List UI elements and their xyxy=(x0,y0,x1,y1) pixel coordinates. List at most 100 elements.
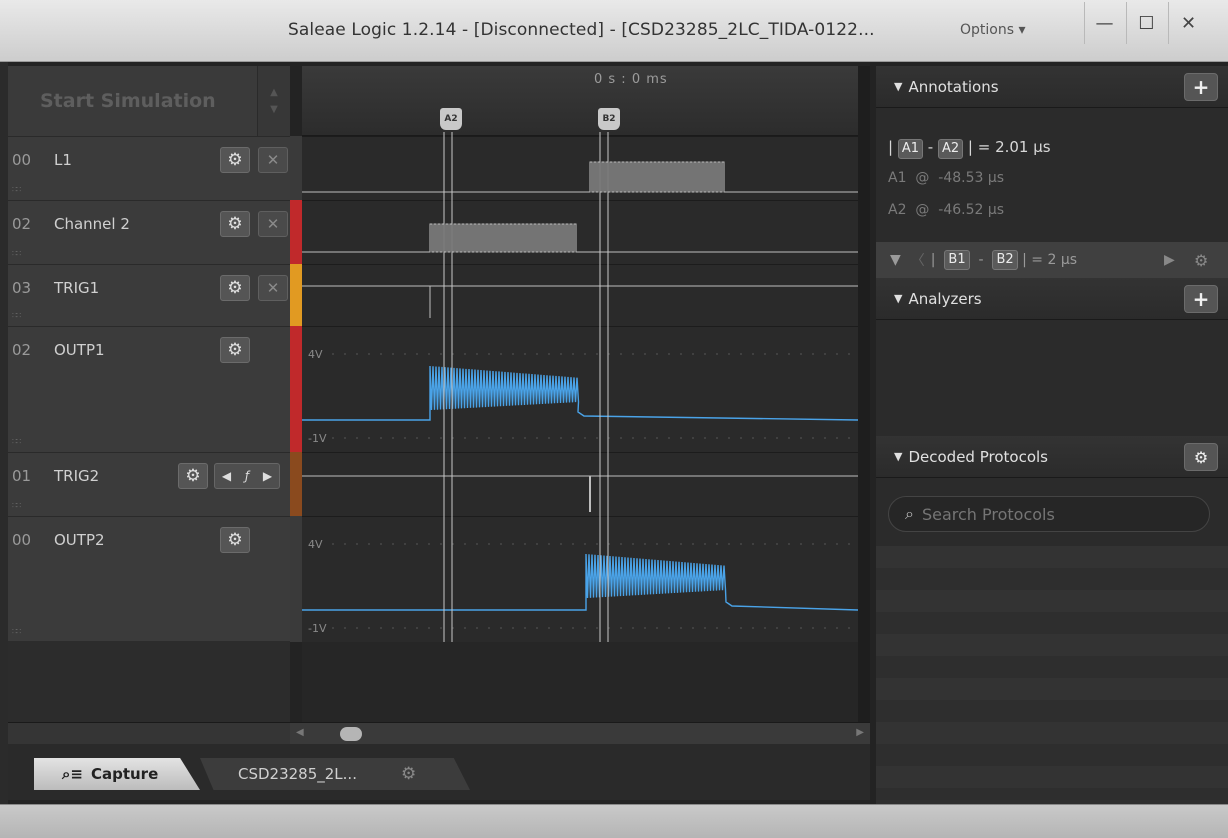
channel-row-l1[interactable]: 00 L1 ∷∷ ⚙ ✕ xyxy=(8,136,290,200)
channel-name[interactable]: Channel 2 xyxy=(54,215,130,233)
channel-name[interactable]: TRIG2 xyxy=(54,467,99,485)
annotations-header[interactable]: ▼ Annotations + xyxy=(876,66,1228,108)
channel-row-outp2[interactable]: 00 OUTP2 ∷∷ ⚙ xyxy=(8,516,290,642)
channel-index: 02 xyxy=(12,215,32,233)
list-stripe xyxy=(876,700,1228,722)
gear-icon[interactable]: ⚙ xyxy=(401,764,416,784)
add-analyzer-button[interactable]: + xyxy=(1184,285,1218,313)
chevron-left-icon[interactable]: ◀ xyxy=(222,469,231,483)
chevron-right-icon[interactable]: ▶ xyxy=(263,469,272,483)
list-stripe xyxy=(876,722,1228,744)
vertical-scrollbar[interactable] xyxy=(858,66,870,722)
gear-icon[interactable]: ⚙ xyxy=(220,337,250,363)
play-icon[interactable]: ▶ xyxy=(1164,252,1175,268)
marker-label: A2 xyxy=(888,202,907,218)
list-stripe xyxy=(876,678,1228,700)
marker-chip-a2: A2 xyxy=(937,139,964,159)
list-stripe xyxy=(876,634,1228,656)
decoded-protocols-header[interactable]: ▼ Decoded Protocols ⚙ xyxy=(876,436,1228,478)
gear-icon[interactable]: ⚙ xyxy=(220,211,250,237)
at-symbol: @ xyxy=(915,170,930,186)
drag-grip-icon[interactable]: ∷∷ xyxy=(12,311,21,320)
search-protocols-box[interactable]: ⌕ xyxy=(888,496,1210,532)
close-button[interactable]: ✕ xyxy=(1168,2,1208,44)
analog-trace-outp2 xyxy=(302,553,858,611)
channel-name[interactable]: L1 xyxy=(54,151,72,169)
gear-icon[interactable]: ⚙ xyxy=(220,527,250,553)
rising-edge-icon: ƒ xyxy=(244,469,250,483)
channel-color-bar xyxy=(290,200,302,264)
close-icon[interactable]: ✕ xyxy=(258,147,288,173)
drag-grip-icon[interactable]: ∷∷ xyxy=(12,249,21,258)
decoded-protocols-list[interactable] xyxy=(876,546,1228,810)
digital-traces xyxy=(302,161,858,629)
section-title: Annotations xyxy=(908,77,999,96)
channel-row-trig2[interactable]: 01 TRIG2 ∷∷ ⚙ ◀ ƒ ▶ xyxy=(8,452,290,516)
annotation-b-diff[interactable]: ▼ 〈 | B1 - B2 | = 2 µs ▶ ⚙ xyxy=(876,242,1228,278)
options-menu[interactable]: Options ▾ xyxy=(960,22,1026,38)
channel-index: 01 xyxy=(12,467,32,485)
section-title: Decoded Protocols xyxy=(908,447,1048,466)
collapse-triangle-icon[interactable]: ▼ xyxy=(894,450,902,463)
channel-index: 00 xyxy=(12,531,32,549)
gear-icon[interactable]: ⚙ xyxy=(220,275,250,301)
channel-color-bar xyxy=(290,264,302,326)
tab-label: CSD23285_2L... xyxy=(238,765,357,783)
channel-row-trig1[interactable]: 03 TRIG1 ∷∷ ⚙ ✕ xyxy=(8,264,290,326)
tab-capture[interactable]: ⌕≡ Capture xyxy=(34,758,200,790)
title-bar: Saleae Logic 1.2.14 - [Disconnected] - [… xyxy=(0,0,1228,62)
chevron-right-icon[interactable]: ▶ xyxy=(856,727,864,738)
pin-icon[interactable]: ▼ xyxy=(890,252,901,268)
collapse-triangle-icon[interactable]: ▼ xyxy=(894,292,902,305)
channel-row-outp1[interactable]: 02 OUTP1 ∷∷ ⚙ xyxy=(8,326,290,452)
scale-top-label: 4V xyxy=(308,538,323,551)
close-icon[interactable]: ✕ xyxy=(258,211,288,237)
chevron-left-icon[interactable]: ◀ xyxy=(296,727,304,738)
trigger-edge-selector[interactable]: ◀ ƒ ▶ xyxy=(214,463,280,489)
gear-icon[interactable]: ⚙ xyxy=(178,463,208,489)
waveform-view[interactable]: 0 s : 0 ms A2 B2 4V -1V 4V -1V xyxy=(302,66,858,722)
scroll-thumb[interactable] xyxy=(340,727,362,741)
collapse-triangle-icon[interactable]: ▼ xyxy=(894,80,902,93)
minimize-button[interactable]: — xyxy=(1084,2,1124,44)
channel-name[interactable]: OUTP1 xyxy=(54,341,105,359)
search-icon: ⌕≡ xyxy=(62,765,83,783)
scale-top-label: 4V xyxy=(308,348,323,361)
annotation-a1-position: A1 @ -48.53 µs xyxy=(888,170,1004,186)
marker-label: A1 xyxy=(888,170,907,186)
drag-grip-icon[interactable]: ∷∷ xyxy=(12,627,21,636)
side-panel: ▼ Annotations + | A1 - A2 | = 2.01 µs A1… xyxy=(876,66,1228,810)
marker-chip-b2: B2 xyxy=(992,250,1018,270)
channel-panel-footer xyxy=(8,722,290,744)
digital-trace-l1 xyxy=(302,161,858,193)
horizontal-scrollbar[interactable]: ◀ ▶ xyxy=(290,722,870,744)
channel-name[interactable]: OUTP2 xyxy=(54,531,105,549)
chevron-down-icon[interactable]: ▼ xyxy=(270,104,278,115)
maximize-button[interactable]: ☐ xyxy=(1126,2,1166,44)
channel-name[interactable]: TRIG1 xyxy=(54,279,99,297)
drag-grip-icon[interactable]: ∷∷ xyxy=(12,501,21,510)
search-input[interactable] xyxy=(921,504,1172,524)
analyzers-header[interactable]: ▼ Analyzers + xyxy=(876,278,1228,320)
simulation-spinner[interactable]: ▲ ▼ xyxy=(258,66,290,136)
marker-time: -48.53 µs xyxy=(938,170,1005,186)
status-bar xyxy=(0,804,1228,838)
chevron-up-icon[interactable]: ▲ xyxy=(270,87,278,98)
annotation-a-diff[interactable]: | A1 - A2 | = 2.01 µs xyxy=(888,138,1051,159)
window-title: Saleae Logic 1.2.14 - [Disconnected] - [… xyxy=(288,20,875,40)
gear-icon[interactable]: ⚙ xyxy=(220,147,250,173)
annotation-value: | = 2 µs xyxy=(1022,252,1078,268)
drag-grip-icon[interactable]: ∷∷ xyxy=(12,185,21,194)
marker-time: -46.52 µs xyxy=(938,202,1005,218)
channel-index: 03 xyxy=(12,279,32,297)
search-icon: ⌕ xyxy=(905,504,914,523)
start-simulation-button[interactable]: Start Simulation xyxy=(8,66,258,136)
add-annotation-button[interactable]: + xyxy=(1184,73,1218,101)
channel-row-channel-2[interactable]: 02 Channel 2 ∷∷ ⚙ ✕ xyxy=(8,200,290,264)
gear-icon[interactable]: ⚙ xyxy=(1184,443,1218,471)
gear-icon[interactable]: ⚙ xyxy=(1194,251,1208,270)
at-symbol: @ xyxy=(915,202,930,218)
drag-grip-icon[interactable]: ∷∷ xyxy=(12,437,21,446)
tab-session[interactable]: CSD23285_2L... ⚙ xyxy=(200,758,470,790)
close-icon[interactable]: ✕ xyxy=(258,275,288,301)
